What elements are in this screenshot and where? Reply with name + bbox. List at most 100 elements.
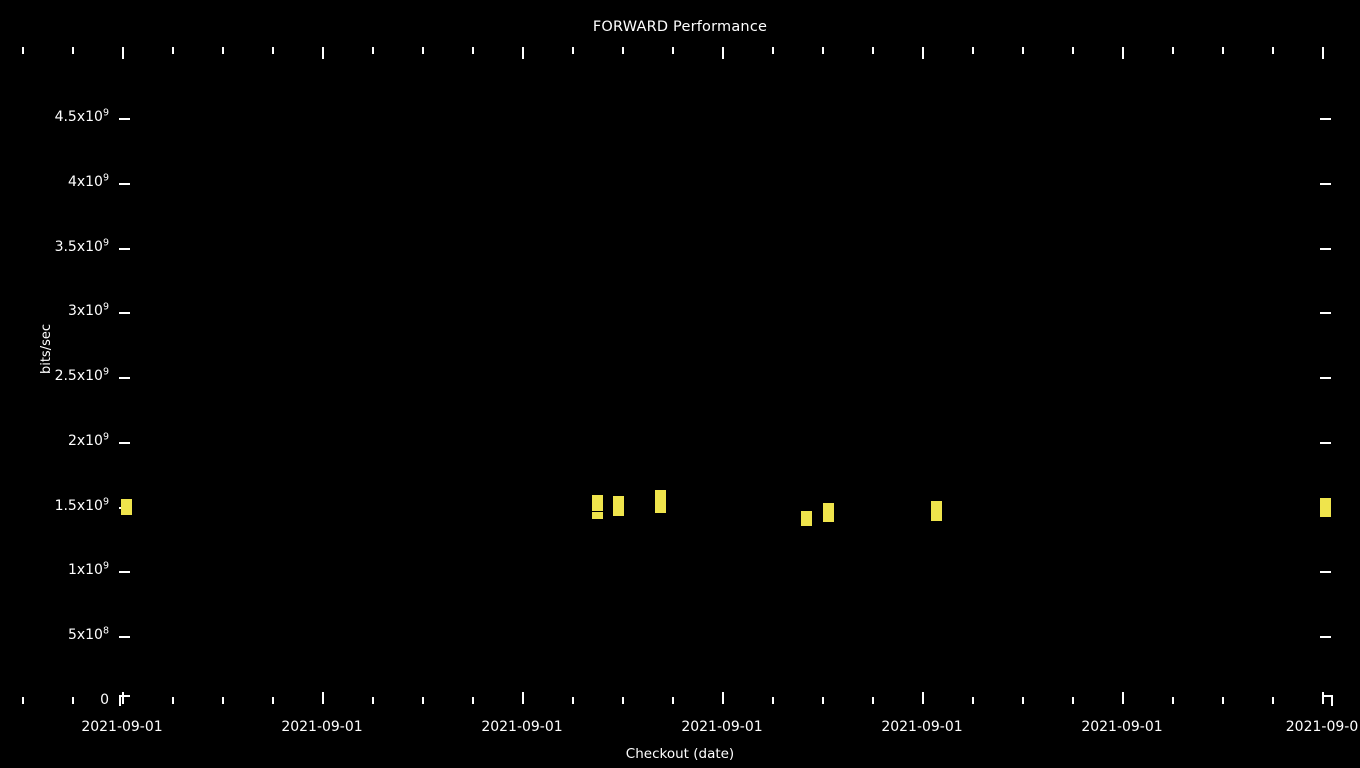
x-axis-tick-top-minor [172, 47, 174, 54]
x-axis-tick-top-minor [672, 47, 674, 54]
x-axis-tick-bottom-major [322, 692, 324, 704]
x-axis-tick-bottom-minor [422, 697, 424, 704]
x-axis-tick-label: 2021-09-0 [1285, 719, 1359, 735]
y-axis-tick-label: 2.5x109 [54, 366, 109, 384]
y-axis-tick-right [1320, 312, 1331, 314]
y-axis-tick-right [1320, 442, 1331, 444]
axes-layer [0, 0, 1360, 768]
x-axis-tick-bottom-minor [772, 697, 774, 704]
y-axis-tick-right [1320, 248, 1331, 250]
y-axis-tick-label: 1.5x109 [54, 496, 109, 514]
x-axis-tick-top-major [922, 47, 924, 59]
y-axis-tick-label: 5x108 [67, 625, 109, 643]
x-axis-tick-bottom-minor [872, 697, 874, 704]
x-axis-tick-bottom-major [922, 692, 924, 704]
axis-corner-bottom-right [1322, 695, 1333, 706]
y-axis-tick-right [1320, 571, 1331, 573]
data-bar [801, 511, 812, 526]
y-axis-tick-label: 4.5x109 [54, 107, 109, 125]
data-bar [655, 492, 666, 513]
x-axis-tick-bottom-minor [572, 697, 574, 704]
data-bar [931, 501, 942, 521]
y-axis-tick-right [1320, 377, 1331, 379]
x-axis-tick-label: 2021-09-01 [681, 719, 763, 735]
x-axis-tick-top-minor [1172, 47, 1174, 54]
x-axis-label: Checkout (date) [625, 746, 735, 762]
x-axis-tick-bottom-minor [622, 697, 624, 704]
x-axis-tick-top-major [1322, 47, 1324, 59]
x-axis-tick-bottom-major [122, 692, 124, 704]
x-axis-tick-top-minor [372, 47, 374, 54]
x-axis-tick-top-minor [772, 47, 774, 54]
y-axis-tick-left [119, 183, 130, 185]
y-axis-label-text: bits/sec [39, 323, 54, 375]
x-axis-tick-bottom-minor [222, 697, 224, 704]
chart-canvas: FORWARD Performance bits/sec Checkout (d… [0, 0, 1360, 768]
y-axis-tick-label: 3.5x109 [54, 237, 109, 255]
x-axis-tick-bottom-minor [472, 697, 474, 704]
data-bar [592, 512, 603, 519]
chart-title: FORWARD Performance [592, 19, 768, 35]
x-axis-tick-top-minor [272, 47, 274, 54]
x-axis-tick-top-minor [1022, 47, 1024, 54]
y-axis-tick-left [119, 312, 130, 314]
x-axis-tick-bottom-minor [372, 697, 374, 704]
x-axis-tick-label: 2021-09-01 [481, 719, 563, 735]
x-axis-tick-bottom-minor [172, 697, 174, 704]
y-axis-tick-left [119, 377, 130, 379]
x-axis-tick-top-minor [572, 47, 574, 54]
data-bar [592, 495, 603, 511]
x-axis-tick-bottom-minor [822, 697, 824, 704]
y-axis-tick-label: 0 [100, 692, 109, 708]
x-axis-tick-bottom-minor [1172, 697, 1174, 704]
x-axis-tick-bottom-minor [72, 697, 74, 704]
y-axis-tick-label: 2x109 [67, 431, 109, 449]
y-axis-label: bits/sec [14, 324, 54, 374]
x-axis-tick-top-minor [622, 47, 624, 54]
axis-corner-bottom-left [119, 695, 130, 706]
x-axis-tick-bottom-minor [672, 697, 674, 704]
x-axis-tick-bottom-minor [1022, 697, 1024, 704]
tick-labels-layer: 0 5x108 1x109 1.5x109 2x109 2.5x109 3x109 3.5x1… [0, 0, 1360, 768]
x-axis-tick-label: 2021-09-01 [881, 719, 963, 735]
x-axis-tick-top-minor [22, 47, 24, 54]
data-bar [655, 490, 666, 498]
y-axis-tick-right [1320, 118, 1331, 120]
x-axis-tick-top-minor [1072, 47, 1074, 54]
x-axis-tick-top-minor [972, 47, 974, 54]
x-axis-tick-bottom-minor [972, 697, 974, 704]
x-axis-tick-top-minor [822, 47, 824, 54]
x-axis-tick-label: 2021-09-01 [1081, 719, 1163, 735]
x-axis-tick-bottom-major [1122, 692, 1124, 704]
y-axis-tick-right [1320, 183, 1331, 185]
y-axis-tick-label: 4x109 [67, 172, 109, 190]
x-axis-tick-top-minor [472, 47, 474, 54]
y-axis-tick-right [1320, 636, 1331, 638]
x-axis-tick-top-major [522, 47, 524, 59]
x-axis-tick-bottom-minor [272, 697, 274, 704]
x-axis-tick-bottom-major [522, 692, 524, 704]
y-axis-tick-left [119, 442, 130, 444]
x-axis-tick-label: 2021-09-01 [81, 719, 163, 735]
x-axis-tick-bottom-major [1322, 692, 1324, 704]
x-axis-tick-top-minor [222, 47, 224, 54]
y-axis-tick-right [1320, 507, 1331, 509]
y-axis-tick-label: 3x109 [67, 301, 109, 319]
x-axis-tick-top-major [122, 47, 124, 59]
y-axis-tick-left [119, 248, 130, 250]
data-bar [823, 503, 834, 522]
x-axis-tick-top-minor [1222, 47, 1224, 54]
x-axis-tick-bottom-minor [22, 697, 24, 704]
x-axis-tick-bottom-minor [1072, 697, 1074, 704]
data-bar [613, 496, 624, 516]
x-axis-tick-top-minor [422, 47, 424, 54]
x-axis-tick-bottom-major [722, 692, 724, 704]
data-bar [121, 499, 132, 515]
x-axis-tick-top-major [722, 47, 724, 59]
x-axis-tick-label: 2021-09-01 [281, 719, 363, 735]
y-axis-tick-left [119, 636, 130, 638]
x-axis-tick-top-minor [872, 47, 874, 54]
y-axis-tick-label: 1x109 [67, 560, 109, 578]
x-axis-tick-top-major [322, 47, 324, 59]
data-bars-layer [0, 0, 1360, 768]
